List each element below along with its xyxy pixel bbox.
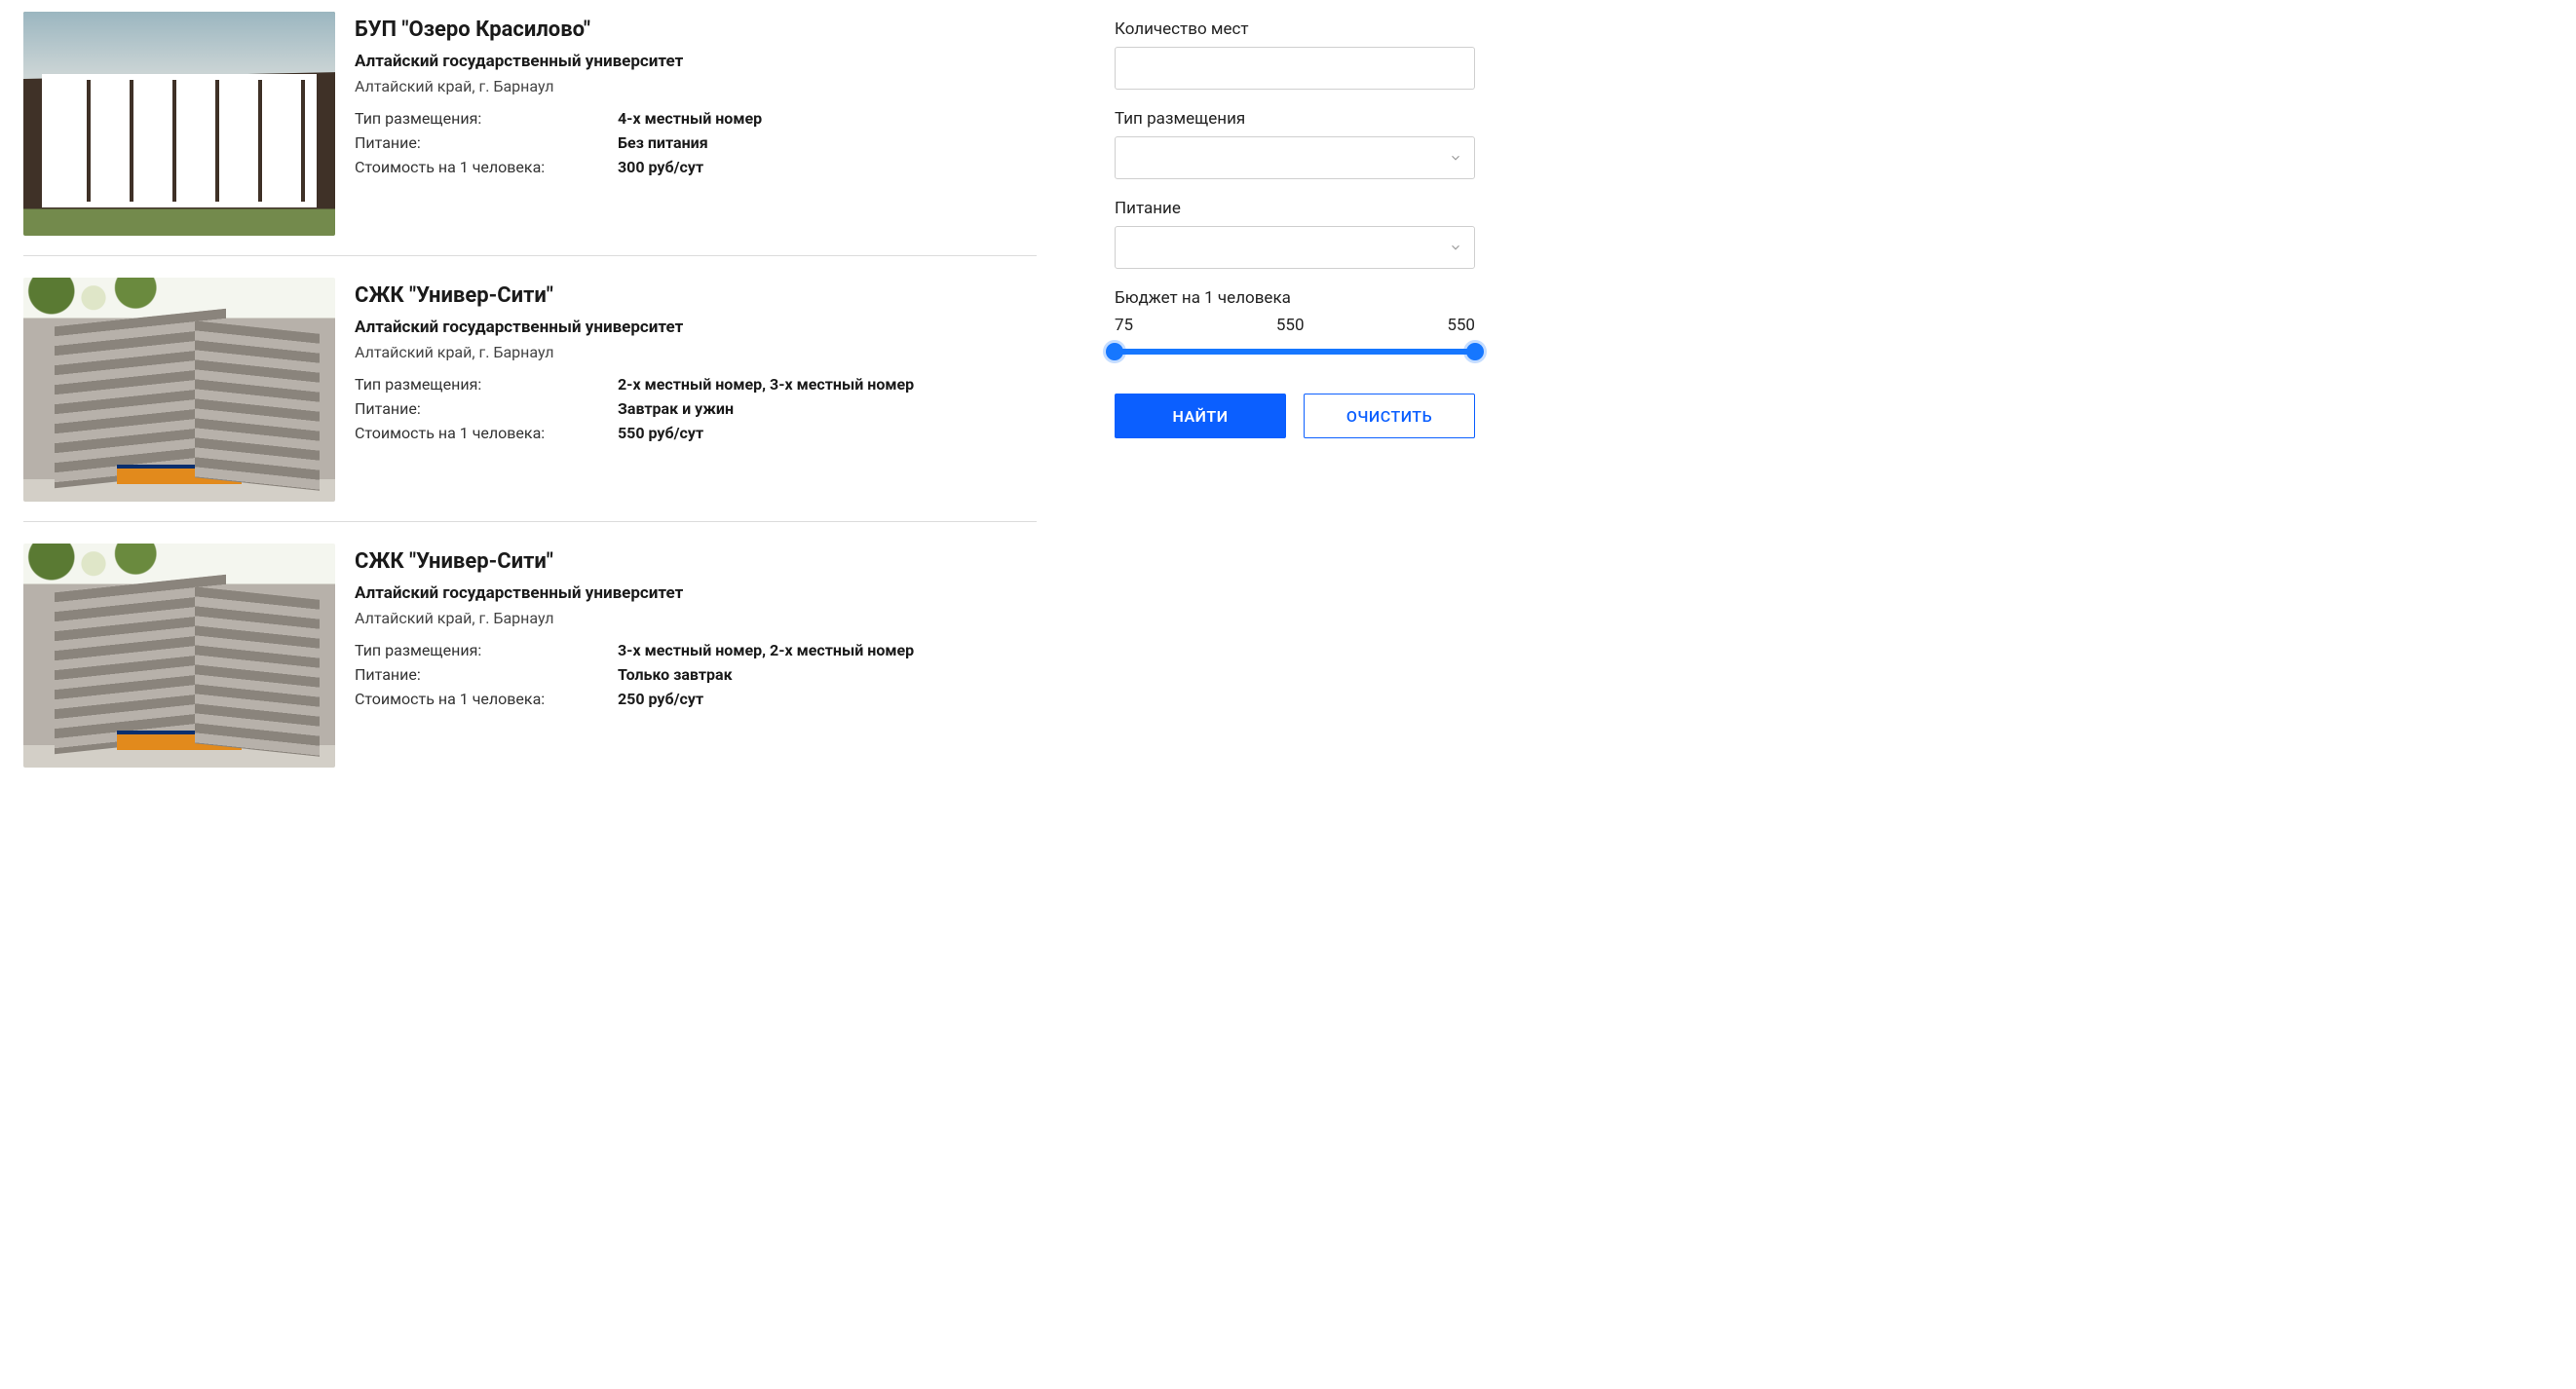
chevron-down-icon — [1449, 241, 1462, 254]
chevron-down-icon — [1449, 151, 1462, 165]
type-label: Тип размещения — [1115, 109, 1475, 129]
row-type-label: Тип размещения: — [355, 641, 598, 659]
row-meal-label: Питание: — [355, 665, 598, 684]
result-location: Алтайский край, г. Барнаул — [355, 343, 1037, 361]
row-price-value: 550 руб/сут — [618, 424, 703, 442]
result-info: СЖК "Универ-Сити" Алтайский государственн… — [355, 278, 1037, 502]
find-button[interactable]: НАЙТИ — [1115, 394, 1286, 438]
result-org: Алтайский государственный университет — [355, 52, 1037, 71]
result-title: СЖК "Универ-Сити" — [355, 549, 1037, 574]
row-type-value: 2-х местный номер, 3-х местный номер — [618, 375, 914, 394]
row-price: Стоимость на 1 человека: 250 руб/сут — [355, 690, 1037, 708]
clear-button[interactable]: ОЧИСТИТЬ — [1304, 394, 1475, 438]
result-info: БУП "Озеро Красилово" Алтайский государст… — [355, 12, 1037, 236]
result-card[interactable]: СЖК "Универ-Сити" Алтайский государственн… — [23, 278, 1037, 522]
result-thumbnail — [23, 12, 335, 236]
row-price: Стоимость на 1 человека: 550 руб/сут — [355, 424, 1037, 442]
row-type: Тип размещения: 3-х местный номер, 2-х ме… — [355, 641, 1037, 659]
result-title: БУП "Озеро Красилово" — [355, 18, 1037, 42]
filter-sidebar: Количество мест Тип размещения Питание — [1115, 12, 1475, 808]
row-type: Тип размещения: 4-х местный номер — [355, 109, 1037, 128]
budget-label: Бюджет на 1 человека — [1115, 288, 1475, 308]
row-price-value: 250 руб/сут — [618, 690, 703, 708]
row-meal-value: Без питания — [618, 133, 708, 152]
row-type-value: 4-х местный номер — [618, 109, 762, 128]
meal-select[interactable] — [1115, 226, 1475, 269]
slider-handle-max[interactable] — [1466, 343, 1484, 360]
budget-slider[interactable] — [1115, 343, 1475, 360]
result-org: Алтайский государственный университет — [355, 318, 1037, 337]
seats-label: Количество мест — [1115, 19, 1475, 39]
row-price: Стоимость на 1 человека: 300 руб/сут — [355, 158, 1037, 176]
slider-track — [1115, 349, 1475, 355]
budget-max: 550 — [1447, 316, 1475, 335]
result-location: Алтайский край, г. Барнаул — [355, 77, 1037, 95]
row-meal: Питание: Без питания — [355, 133, 1037, 152]
type-select[interactable] — [1115, 136, 1475, 179]
row-type-value: 3-х местный номер, 2-х местный номер — [618, 641, 914, 659]
budget-min: 75 — [1115, 316, 1133, 335]
result-location: Алтайский край, г. Барнаул — [355, 609, 1037, 627]
row-meal-value: Завтрак и ужин — [618, 399, 734, 418]
row-meal: Питание: Только завтрак — [355, 665, 1037, 684]
row-type: Тип размещения: 2-х местный номер, 3-х ме… — [355, 375, 1037, 394]
row-meal-label: Питание: — [355, 399, 598, 418]
meal-label: Питание — [1115, 199, 1475, 218]
result-org: Алтайский государственный университет — [355, 583, 1037, 603]
seats-input[interactable] — [1115, 47, 1475, 90]
row-price-value: 300 руб/сут — [618, 158, 703, 176]
row-meal-label: Питание: — [355, 133, 598, 152]
result-card[interactable]: СЖК "Универ-Сити" Алтайский государственн… — [23, 544, 1037, 787]
result-title: СЖК "Универ-Сити" — [355, 283, 1037, 308]
result-thumbnail — [23, 544, 335, 768]
results-list: БУП "Озеро Красилово" Алтайский государст… — [23, 12, 1037, 808]
result-thumbnail — [23, 278, 335, 502]
row-meal: Питание: Завтрак и ужин — [355, 399, 1037, 418]
row-meal-value: Только завтрак — [618, 665, 733, 684]
row-price-label: Стоимость на 1 человека: — [355, 158, 598, 176]
result-card[interactable]: БУП "Озеро Красилово" Алтайский государст… — [23, 12, 1037, 256]
row-price-label: Стоимость на 1 человека: — [355, 424, 598, 442]
row-price-label: Стоимость на 1 человека: — [355, 690, 598, 708]
result-info: СЖК "Универ-Сити" Алтайский государственн… — [355, 544, 1037, 768]
row-type-label: Тип размещения: — [355, 375, 598, 394]
budget-mid: 550 — [1276, 316, 1305, 335]
slider-handle-min[interactable] — [1106, 343, 1123, 360]
row-type-label: Тип размещения: — [355, 109, 598, 128]
